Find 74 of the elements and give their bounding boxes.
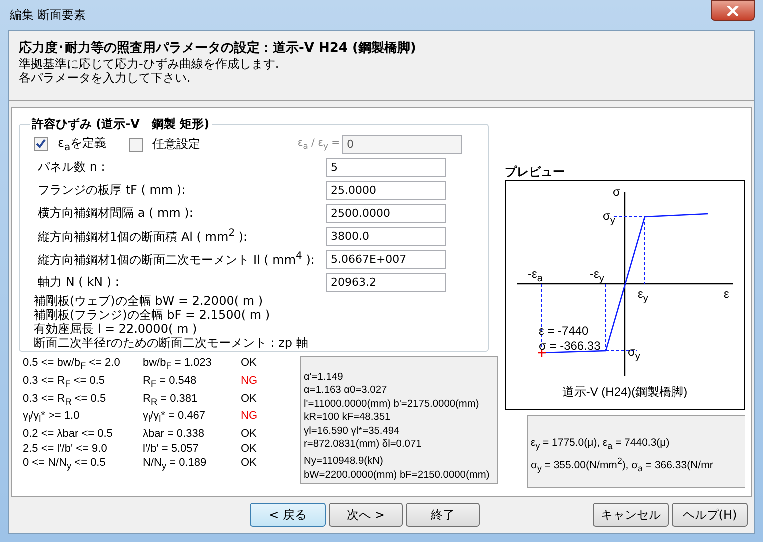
instruction-text: 各パラメータを入力して下さい. — [19, 71, 192, 85]
parameter-text: l'=11000.0000(mm) b'=2175.0000(mm) — [304, 398, 480, 412]
input-field[interactable]: 5 — [326, 158, 446, 177]
info-text: 有効座屈長 l = 22.0000( m ) — [34, 322, 198, 336]
preview-title: プレビュー — [505, 164, 566, 180]
checkbox-label[interactable]: ε$_{a}$を定義 — [54, 135, 107, 154]
result-text: OK — [241, 392, 258, 407]
dialog-button[interactable]: キャンセル — [593, 503, 669, 527]
axis-label: -ε$_{a}$ — [528, 267, 543, 284]
axis-label: -ε$_{y}$ — [590, 267, 604, 284]
axis-label: σ — [613, 185, 620, 199]
result-text: OK — [241, 456, 258, 472]
parameter-text: kR=100 kF=48.351 — [304, 411, 392, 425]
field-label: 縦方向補鋼材1個の断面二次モーメント Il ( mm$^{4}$ ): — [37, 250, 316, 268]
input-field[interactable]: 25.0000 — [326, 181, 446, 200]
parameter-text: Ny=110948.9(kN) — [304, 455, 384, 469]
window-title: 編集 断面要素 — [10, 6, 87, 24]
field-label: 軸力 N ( kN ) : — [37, 274, 120, 291]
info-text: 補剛板(ウェブ)の全幅 bW = 2.2000( m ) — [34, 294, 264, 308]
axis-label: σ$_{y}$ — [603, 209, 616, 226]
field-label: 横方向補鋼材間隔 a ( mm ): — [37, 205, 194, 222]
field-label: パネル数 n : — [37, 159, 106, 176]
nav-button[interactable]: 次へ > — [329, 503, 403, 527]
section-heading: 応力度･耐力等の照査用パラメータの設定：道示-V H24 (鋼製橋脚) — [19, 40, 418, 57]
axis-label: ε — [724, 287, 730, 301]
value-text: bw/b$_{F}$ = 1.023 — [143, 356, 213, 374]
value-text: λbar = 0.338 — [143, 427, 206, 442]
ratio-label: ε$_{a}$ / ε$_{y}$ = — [298, 138, 340, 151]
checkbox-label[interactable]: 任意設定 — [148, 136, 201, 153]
input-field[interactable]: 3800.0 — [326, 227, 446, 246]
condition-text: 0.3 <= R$_{F}$ <= 0.5 — [23, 374, 106, 391]
parameter-text: α=1.163 α0=3.027 — [304, 384, 388, 398]
checkbox[interactable] — [128, 138, 143, 152]
field-label: フランジの板厚 tF ( mm ): — [37, 182, 187, 199]
result-text: NG — [241, 409, 258, 424]
checkbox[interactable] — [34, 137, 48, 152]
point-annotation: ε = -7440 — [539, 324, 589, 338]
parameter-text: r=872.0831(mm) δl=0.071 — [304, 438, 423, 452]
condition-text: 0.3 <= R$_{R}$ <= 0.5 — [23, 392, 108, 409]
info-text: 断面二次半径rのための断面二次モーメント : zp 軸 — [34, 336, 310, 350]
value-text: l'/b' = 5.057 — [143, 442, 200, 456]
parameter-text: γl=16.590 γl*=35.494 — [304, 424, 401, 438]
axis-label: σ$_{y}$ — [628, 345, 640, 362]
field-label: 縦方向補鋼材1個の断面積 Al ( mm$^{2}$ ): — [37, 228, 249, 246]
instruction-text: 準拠基準に応じて応力-ひずみ曲線を作成します. — [19, 57, 280, 71]
close-icon[interactable] — [711, 0, 755, 21]
value-text: γ$_{l}$/γ$_{l}$* = 0.467 — [143, 409, 206, 427]
result-text: OK — [241, 442, 258, 456]
axis-label: ε$_{y}$ — [638, 287, 648, 304]
graph-caption: 道示-V (H24)(鋼製橋脚) — [561, 384, 689, 401]
parameter-text: α'=1.149 — [304, 371, 344, 384]
value-text: R$_{R}$ = 0.381 — [143, 392, 199, 409]
dialog-button[interactable]: ヘルプ(H) — [672, 503, 748, 527]
group-title: 許容ひずみ (道示-V 鋼製 矩形) — [30, 116, 211, 133]
input-field[interactable]: 20963.2 — [326, 273, 446, 292]
condition-text: γ$_{l}$/γ$_{l}$* >= 1.0 — [23, 409, 81, 427]
point-annotation: σ = -366.33 — [539, 339, 601, 353]
input-field[interactable]: 2500.0000 — [326, 204, 446, 223]
condition-text: 0 <= N/N$_{y}$ <= 0.5 — [23, 456, 107, 474]
nav-button[interactable]: 終了 — [406, 503, 480, 527]
result-text: OK — [241, 427, 258, 442]
condition-text: 2.5 <= l'/b' <= 9.0 — [23, 442, 108, 456]
value-text: N/N$_{y}$ = 0.189 — [143, 456, 208, 474]
summary-text: σ$_{y}$ = 355.00(N/mm$^{2}$), σ$_{a}$ = 366.33(N/mr — [531, 455, 714, 476]
summary-text: ε$_{y}$ = 1775.0(μ), ε$_{a}$ = 7440.3(μ) — [531, 436, 671, 454]
parameter-text: bW=2200.0000(mm) bF=2150.0000(mm) — [304, 468, 491, 482]
condition-text: 0.5 <= bw/b$_{F}$ <= 2.0 — [23, 356, 122, 374]
value-text: R$_{F}$ = 0.548 — [143, 374, 198, 391]
input-field[interactable]: 5.0667E+007 — [326, 250, 446, 269]
result-text: OK — [241, 356, 258, 371]
condition-text: 0.2 <= λbar <= 0.5 — [23, 427, 114, 442]
result-text: NG — [241, 374, 258, 389]
info-text: 補剛板(フランジ)の全幅 bF = 2.1500( m ) — [34, 308, 272, 322]
nav-button[interactable]: < 戻る — [250, 503, 326, 527]
